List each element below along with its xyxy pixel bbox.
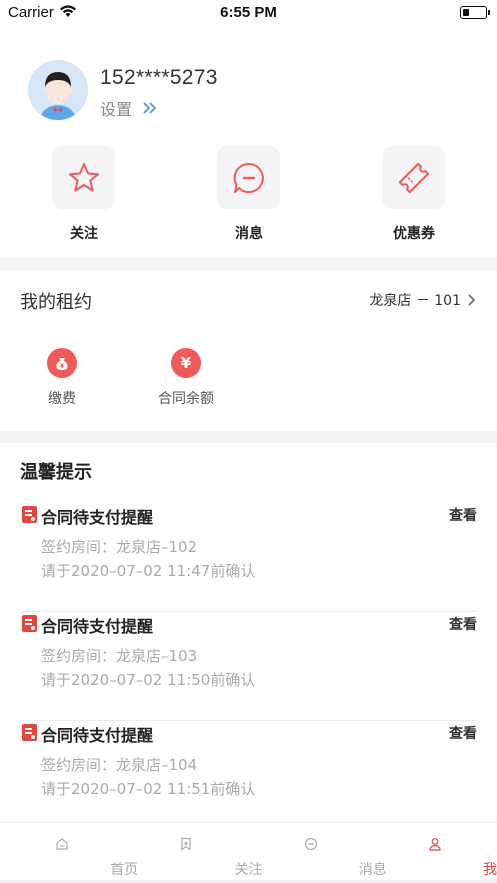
reminder-title: 合同待支付提醒 — [41, 726, 154, 745]
clock: 6:55 PM — [220, 4, 277, 21]
reminder-title: 合同待支付提醒 — [41, 508, 154, 527]
coupon-icon — [398, 162, 429, 193]
reminder-deadline: 请于2020–07–02 11:47前确认 — [41, 562, 256, 580]
settings-link[interactable]: 设置 — [100, 96, 158, 120]
status-bar: Carrier 6:55 PM — [0, 0, 497, 26]
document-icon — [22, 615, 37, 632]
user-icon — [429, 838, 441, 851]
battery-icon — [460, 6, 490, 19]
message-icon — [233, 162, 264, 193]
quick-action-messages-box — [217, 146, 280, 209]
tab-mine[interactable]: 我的 — [373, 823, 497, 883]
document-icon — [22, 506, 37, 523]
contract-balance-label: 合同余额 — [158, 391, 214, 407]
quick-action-follow[interactable]: 关注 — [52, 146, 116, 242]
section-divider — [0, 258, 497, 270]
reminders-title: 温馨提示 — [20, 462, 92, 483]
reminder-title: 合同待支付提醒 — [41, 617, 154, 636]
pay-fee-label: 缴费 — [48, 391, 76, 407]
reminder-card: 合同待支付提醒 查看 签约房间：龙泉店–104 请于2020–07–02 11:… — [20, 722, 477, 830]
tab-mine-label: 我的 — [483, 862, 497, 878]
reminder-deadline: 请于2020–07–02 11:51前确认 — [41, 780, 256, 798]
quick-action-coupons[interactable]: 优惠券 — [382, 146, 446, 242]
avatar[interactable] — [28, 60, 88, 120]
home-icon — [56, 838, 68, 850]
chevron-right-icon — [468, 294, 476, 306]
quick-action-messages-label: 消息 — [235, 226, 263, 242]
rental-section-title: 我的租约 — [20, 292, 92, 313]
reminder-card: 合同待支付提醒 查看 签约房间：龙泉店–102 请于2020–07–02 11:… — [20, 504, 477, 612]
view-button[interactable]: 查看 — [449, 614, 477, 634]
double-chevron-right-icon — [143, 102, 157, 114]
tab-messages[interactable]: 消息 — [249, 823, 387, 883]
rental-store-link[interactable]: 龙泉店 － 101 — [369, 290, 477, 310]
quick-action-messages[interactable]: 消息 — [217, 146, 281, 242]
reminder-room: 签约房间：龙泉店–104 — [41, 756, 198, 774]
contract-balance-button[interactable]: ¥ 合同余额 — [136, 348, 236, 408]
reminder-room: 签约房间：龙泉店–103 — [41, 647, 198, 665]
yuan-icon: ¥ — [171, 348, 201, 378]
rental-store-label: 龙泉店 － 101 — [369, 293, 461, 309]
bookmark-icon — [181, 837, 191, 851]
tab-home[interactable]: 首页 — [0, 823, 138, 883]
quick-action-follow-label: 关注 — [70, 226, 98, 242]
phone-number: 152****5273 — [100, 66, 218, 89]
quick-action-follow-box — [52, 146, 115, 209]
view-button[interactable]: 查看 — [449, 505, 477, 525]
reminder-card: 合同待支付提醒 查看 签约房间：龙泉店–103 请于2020–07–02 11:… — [20, 613, 477, 721]
reminder-room: 签约房间：龙泉店–102 — [41, 538, 198, 556]
tab-bar: 首页 关注 消息 我的 — [0, 822, 497, 883]
money-bag-icon: ¥ — [47, 348, 77, 378]
tab-follow[interactable]: 关注 — [124, 823, 263, 883]
avatar-illustration — [28, 60, 88, 120]
document-icon — [22, 724, 37, 741]
chat-icon — [304, 837, 317, 851]
quick-action-coupons-box — [382, 146, 445, 209]
reminder-deadline: 请于2020–07–02 11:50前确认 — [41, 671, 256, 689]
section-divider — [0, 431, 497, 443]
settings-label: 设置 — [100, 100, 133, 119]
pay-fee-button[interactable]: ¥ 缴费 — [12, 348, 112, 408]
yuan-glyph: ¥ — [180, 354, 192, 372]
quick-action-coupons-label: 优惠券 — [393, 226, 435, 242]
view-button[interactable]: 查看 — [449, 723, 477, 743]
star-icon — [68, 162, 99, 191]
